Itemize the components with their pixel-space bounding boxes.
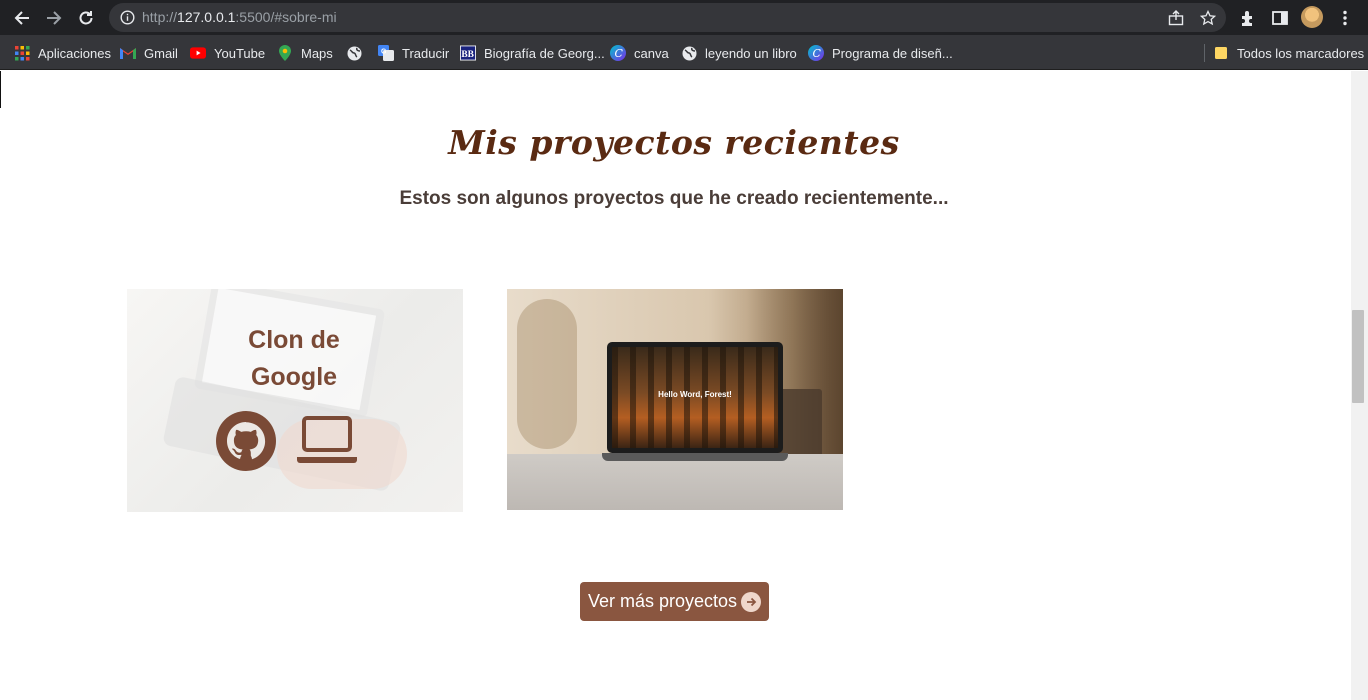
- bookmark-aplicaciones[interactable]: Aplicaciones: [14, 44, 111, 62]
- svg-text:BB: BB: [461, 50, 474, 60]
- youtube-icon: [190, 45, 206, 61]
- menu-dots-icon[interactable]: [1334, 7, 1356, 29]
- apps-grid-icon: [14, 45, 30, 61]
- folder-icon: [1213, 45, 1229, 61]
- bookmark-leyendo[interactable]: leyendo un libro: [681, 44, 797, 62]
- side-panel-icon[interactable]: [1269, 7, 1291, 29]
- forward-arrow-icon: [47, 11, 62, 25]
- canva-icon: C: [610, 45, 626, 61]
- bookmark-label: Maps: [301, 45, 333, 61]
- page-content: Mis proyectos recientes Estos son alguno…: [0, 71, 1368, 700]
- laptop-base-photo: [602, 453, 788, 461]
- project-title: Clon de Google: [248, 326, 340, 391]
- text-cursor: [0, 71, 1, 108]
- bookmark-gmail[interactable]: Gmail: [120, 44, 178, 62]
- forward-button[interactable]: [42, 6, 66, 30]
- profile-avatar[interactable]: [1301, 6, 1323, 28]
- bookmark-traducir[interactable]: G Traducir: [378, 44, 449, 62]
- bookmark-star-icon[interactable]: [1199, 9, 1216, 26]
- url-scheme: http://: [142, 9, 178, 25]
- table-photo: [507, 454, 843, 510]
- bookmark-label: Biografía de Georg...: [484, 45, 605, 61]
- bookmark-label: Gmail: [144, 45, 178, 61]
- back-arrow-icon: [14, 11, 29, 25]
- bookmark-label: leyendo un libro: [705, 45, 797, 61]
- more-projects-button[interactable]: Ver más proyectos: [580, 582, 769, 621]
- bookmark-label: canva: [634, 45, 669, 61]
- url-text[interactable]: http://127.0.0.1:5500/#sobre-mi: [142, 9, 337, 25]
- section-title: Mis proyectos recientes: [448, 123, 900, 162]
- bookmark-maps[interactable]: Maps: [277, 44, 333, 62]
- all-bookmarks-label: Todos los marcadores: [1237, 45, 1365, 61]
- bookmark-programa[interactable]: C Programa de diseñ...: [808, 44, 953, 62]
- url-host: 127.0.0.1: [177, 9, 236, 25]
- bookmark-youtube[interactable]: YouTube: [190, 44, 265, 62]
- project-card-forest[interactable]: Hello Word, Forest!: [507, 289, 843, 510]
- maps-pin-icon: [277, 45, 293, 61]
- gmail-icon: [120, 45, 136, 61]
- arrow-right-icon: [741, 591, 762, 612]
- svg-text:G: G: [381, 49, 387, 56]
- back-button[interactable]: [10, 6, 34, 30]
- address-bar[interactable]: http://127.0.0.1:5500/#sobre-mi: [109, 3, 1226, 32]
- globe-icon: [681, 45, 697, 61]
- scrollbar-thumb[interactable]: [1352, 310, 1364, 403]
- bookmarks-bar: Aplicaciones Gmail YouTube Maps G Traduc…: [0, 35, 1368, 70]
- plant-shadow-photo: [517, 299, 577, 449]
- svg-text:C: C: [615, 47, 624, 60]
- bookmark-label: YouTube: [214, 45, 266, 61]
- svg-text:C: C: [813, 47, 822, 60]
- bookmark-biografia[interactable]: BB Biografía de Georg...: [460, 44, 605, 62]
- bookmark-label: Aplicaciones: [38, 45, 111, 61]
- globe-icon: [346, 45, 362, 61]
- project-card-google-clone[interactable]: Clon de Google: [127, 289, 463, 512]
- bookmark-label: Traducir: [402, 45, 450, 61]
- bb-icon: BB: [460, 45, 476, 61]
- bookmark-canva[interactable]: C canva: [610, 44, 669, 62]
- url-path: :5500/#sobre-mi: [235, 9, 337, 25]
- all-bookmarks-folder[interactable]: Todos los marcadores: [1213, 44, 1364, 62]
- bookmarks-separator: [1204, 44, 1205, 62]
- info-icon[interactable]: [119, 9, 136, 26]
- laptop-icon: [297, 416, 357, 463]
- section-subtitle: Estos son algunos proyectos que he cread…: [399, 188, 949, 209]
- reload-icon: [79, 11, 93, 25]
- extensions-icon[interactable]: [1237, 7, 1259, 29]
- reload-button[interactable]: [74, 6, 98, 30]
- bookmark-label: Programa de diseñ...: [832, 45, 953, 61]
- canva-icon: C: [808, 45, 824, 61]
- screen-heading: Hello Word, Forest!: [658, 390, 732, 399]
- bookmark-globe[interactable]: [346, 44, 362, 62]
- more-projects-label: Ver más proyectos: [587, 591, 738, 611]
- translate-icon: G: [378, 45, 394, 61]
- github-icon[interactable]: [215, 410, 277, 472]
- share-icon[interactable]: [1167, 9, 1184, 26]
- browser-toolbar: http://127.0.0.1:5500/#sobre-mi: [0, 0, 1368, 35]
